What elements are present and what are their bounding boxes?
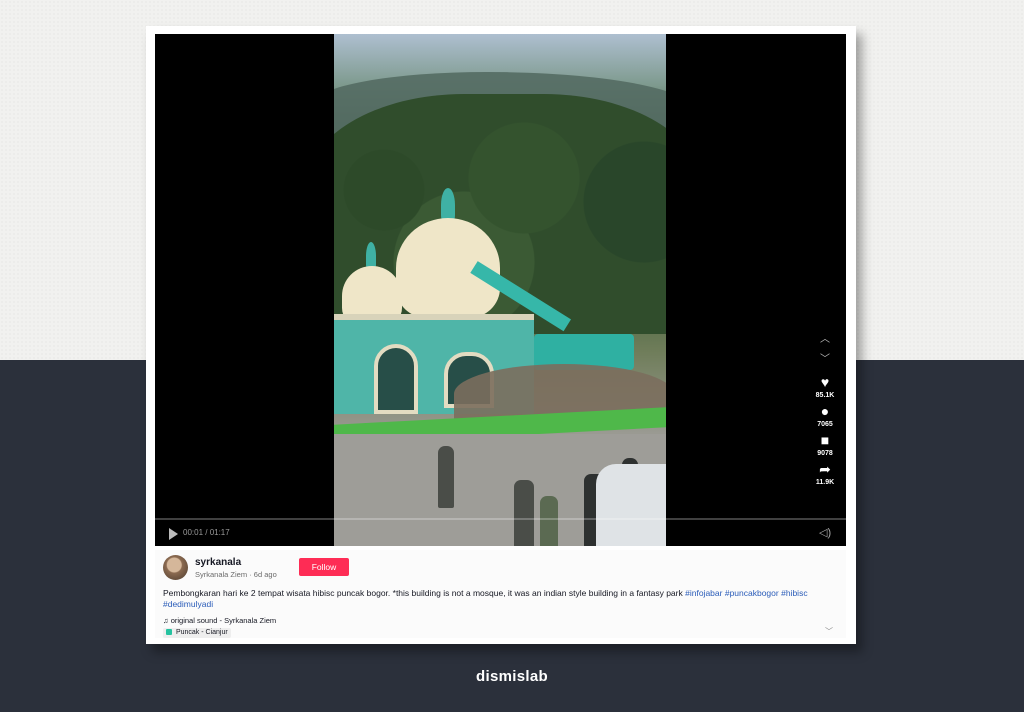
music-note-icon: ♫: [163, 616, 169, 625]
chevron-down-icon[interactable]: ﹀: [810, 350, 840, 370]
share-count: 11.9K: [815, 479, 835, 486]
video-controls: 00:01 / 01:17 ◁): [155, 518, 846, 546]
play-icon[interactable]: [169, 528, 178, 540]
side-actions: ︿ ﹀ ♥ 85.1K ● 7065 ■ 9078 ➦ 11.9K: [810, 330, 840, 486]
caption-text: Pembongkaran hari ke 2 tempat wisata hib…: [163, 588, 683, 598]
video-frame[interactable]: [334, 34, 666, 546]
share-action[interactable]: ➦ 11.9K: [810, 461, 840, 486]
avatar[interactable]: [163, 555, 188, 580]
chevron-up-icon[interactable]: ︿: [810, 330, 840, 350]
comment-count: 7065: [817, 421, 833, 428]
hashtag-link[interactable]: #dedimulyadi: [163, 599, 213, 609]
chevron-down-icon[interactable]: ﹀: [825, 626, 833, 637]
comment-icon[interactable]: ●: [810, 403, 840, 419]
brand-logo: dismislab: [476, 668, 548, 685]
location-tag[interactable]: Puncak - Cianjur: [163, 628, 231, 638]
tiktok-post-card: ︿ ﹀ ♥ 85.1K ● 7065 ■ 9078 ➦ 11.9K 00:01 …: [146, 26, 856, 644]
time-display: 00:01 / 01:17: [183, 528, 230, 537]
follow-button[interactable]: Follow: [299, 558, 349, 576]
location-label: Puncak - Cianjur: [175, 629, 228, 636]
display-name: Syrkanala Ziem: [195, 570, 248, 579]
sound-label: original sound - Syrkanala Ziem: [170, 616, 277, 625]
comment-action[interactable]: ● 7065: [810, 403, 840, 428]
hashtag-link[interactable]: #infojabar: [685, 588, 722, 598]
progress-bar[interactable]: [155, 518, 846, 520]
caption: Pembongkaran hari ke 2 tempat wisata hib…: [163, 588, 833, 610]
bookmark-count: 9078: [817, 450, 833, 457]
author-subline: Syrkanala Ziem · 6d ago: [195, 570, 277, 579]
video-arch: [374, 344, 418, 414]
volume-icon[interactable]: ◁): [819, 526, 831, 539]
hashtag-link[interactable]: #puncakbogor: [725, 588, 779, 598]
post-age: 6d ago: [253, 570, 277, 579]
share-icon[interactable]: ➦: [810, 461, 840, 477]
heart-icon[interactable]: ♥: [810, 374, 840, 390]
video-player[interactable]: ︿ ﹀ ♥ 85.1K ● 7065 ■ 9078 ➦ 11.9K 00:01 …: [155, 34, 846, 546]
bookmark-action[interactable]: ■ 9078: [810, 432, 840, 457]
bookmark-icon[interactable]: ■: [810, 432, 840, 448]
hashtag-link[interactable]: #hibisc: [781, 588, 807, 598]
sound-link[interactable]: ♫ original sound - Syrkanala Ziem: [163, 616, 276, 625]
video-finial-big: [441, 188, 455, 222]
like-action[interactable]: ♥ 85.1K: [810, 374, 840, 399]
post-info: syrkanala Syrkanala Ziem · 6d ago Follow…: [155, 550, 846, 638]
video-person: [438, 446, 454, 508]
location-pin-icon: [166, 629, 172, 635]
like-count: 85.1K: [815, 392, 835, 399]
username[interactable]: syrkanala: [195, 557, 241, 568]
